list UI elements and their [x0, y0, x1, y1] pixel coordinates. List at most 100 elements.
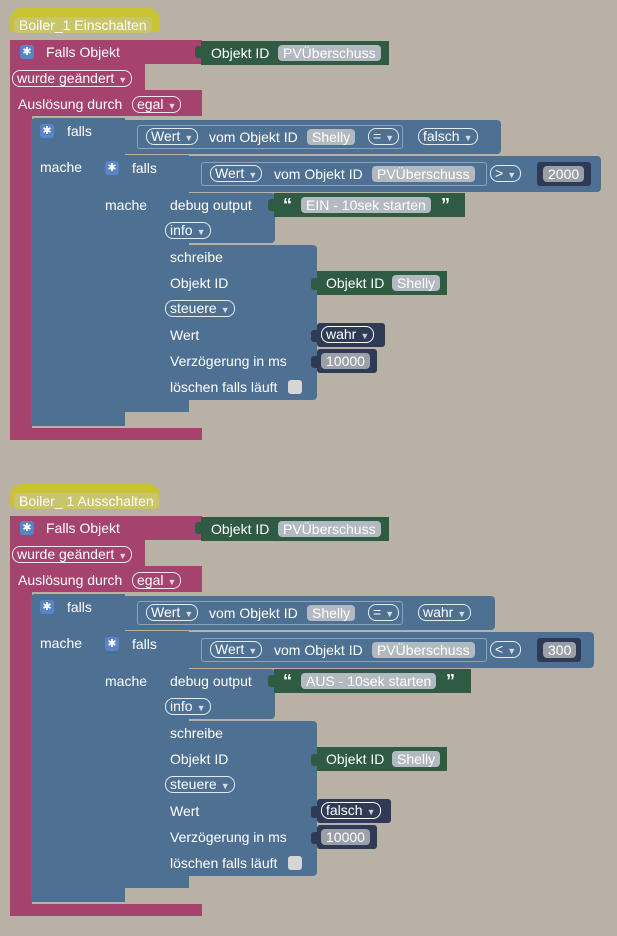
- object-id-label: Objekt ID: [211, 521, 270, 537]
- checkbox-icon[interactable]: [288, 856, 302, 870]
- inner-if-mache-label: mache: [105, 673, 148, 689]
- boolean-dropdown[interactable]: wahr ▼: [418, 604, 472, 621]
- boolean-value: wahr: [326, 326, 357, 342]
- outer-if-mache-label: mache: [40, 635, 83, 651]
- object-id-label: Objekt ID: [326, 275, 385, 291]
- write-object-value[interactable]: Shelly: [392, 751, 441, 767]
- threshold-value[interactable]: 2000: [543, 166, 585, 182]
- boolean-dropdown[interactable]: falsch ▼: [418, 128, 478, 145]
- log-level-dropdown[interactable]: info ▼: [165, 698, 211, 715]
- value-type-value: Wert: [151, 128, 181, 144]
- dropdown-arrow-icon: ▼: [118, 75, 128, 85]
- boolean-value-dropdown[interactable]: wahr ▼: [321, 326, 375, 343]
- change-option-dropdown[interactable]: wurde geändert ▼: [12, 546, 133, 563]
- log-level-value: info: [170, 222, 193, 238]
- write-object-label: Objekt ID: [170, 275, 229, 291]
- quote-icon: “: [283, 195, 292, 215]
- dropdown-arrow-icon: ▼: [360, 331, 370, 341]
- event-block-spine: [10, 592, 32, 906]
- script-block-group-2: Boiler_ 1 Ausschalten ✱ Falls Objekt Obj…: [0, 476, 617, 936]
- delay-value[interactable]: 10000: [321, 829, 370, 845]
- log-level-dropdown[interactable]: info ▼: [165, 222, 211, 239]
- trigger-by-label: Auslösung durch: [18, 96, 123, 112]
- write-mode-dropdown[interactable]: steuere ▼: [165, 776, 235, 793]
- script-block-group-1: Boiler_1 Einschalten ✱ Falls Objekt Obje…: [0, 0, 617, 460]
- trigger-by-label: Auslösung durch: [18, 572, 123, 588]
- boolean-value: falsch: [326, 802, 363, 818]
- change-option-value: wurde geändert: [17, 70, 115, 86]
- outer-if-falls-label: falls: [67, 599, 92, 615]
- write-label: schreibe: [170, 249, 223, 265]
- delay-value[interactable]: 10000: [321, 353, 370, 369]
- gear-icon[interactable]: ✱: [40, 124, 54, 138]
- operator-dropdown[interactable]: < ▼: [490, 641, 522, 658]
- gear-icon[interactable]: ✱: [20, 45, 34, 59]
- dropdown-arrow-icon: ▼: [167, 101, 177, 111]
- operator-value: <: [495, 641, 504, 657]
- write-block[interactable]: [160, 721, 317, 876]
- write-object-value[interactable]: Shelly: [392, 275, 441, 291]
- event-block-spine: [10, 116, 32, 430]
- debug-message-value[interactable]: AUS - 10sek starten: [301, 673, 437, 689]
- script-name-label[interactable]: Boiler_1 Einschalten: [14, 17, 152, 33]
- object-id-value[interactable]: PVÜberschuss: [372, 642, 475, 658]
- trigger-by-value: egal: [137, 96, 164, 112]
- trigger-by-dropdown[interactable]: egal ▼: [132, 572, 182, 589]
- operator-dropdown[interactable]: = ▼: [368, 604, 400, 621]
- dropdown-arrow-icon: ▼: [220, 305, 230, 315]
- gear-icon[interactable]: ✱: [40, 600, 54, 614]
- gear-icon[interactable]: ✱: [105, 637, 119, 651]
- operator-value: >: [495, 165, 504, 181]
- write-value-label: Wert: [170, 803, 200, 819]
- operator-value: =: [373, 604, 382, 620]
- dropdown-arrow-icon: ▼: [184, 133, 194, 143]
- event-block-bottom: [10, 428, 202, 440]
- trigger-by-dropdown[interactable]: egal ▼: [132, 96, 182, 113]
- dropdown-arrow-icon: ▼: [507, 646, 517, 656]
- change-option-value: wurde geändert: [17, 546, 115, 562]
- value-type-dropdown[interactable]: Wert ▼: [146, 604, 199, 621]
- log-level-value: info: [170, 698, 193, 714]
- outer-if-mache-label: mache: [40, 159, 83, 175]
- from-object-label: vom Objekt ID: [274, 642, 363, 658]
- script-name-label[interactable]: Boiler_ 1 Ausschalten: [14, 493, 159, 509]
- from-object-label: vom Objekt ID: [209, 605, 298, 621]
- value-type-value: Wert: [215, 641, 245, 657]
- value-type-dropdown[interactable]: Wert ▼: [210, 641, 263, 658]
- delay-label: Verzögerung in ms: [170, 829, 287, 845]
- trigger-object-id[interactable]: PVÜberschuss: [278, 521, 381, 537]
- write-mode-value: steuere: [170, 776, 217, 792]
- outer-if-falls-label: falls: [67, 123, 92, 139]
- write-value-label: Wert: [170, 327, 200, 343]
- boolean-value: falsch: [423, 128, 460, 144]
- gear-icon[interactable]: ✱: [105, 161, 119, 175]
- write-label: schreibe: [170, 725, 223, 741]
- dropdown-arrow-icon: ▼: [248, 170, 258, 180]
- trigger-object-id[interactable]: PVÜberschuss: [278, 45, 381, 61]
- operator-dropdown[interactable]: > ▼: [490, 165, 522, 182]
- debug-message-value[interactable]: EIN - 10sek starten: [301, 197, 431, 213]
- checkbox-icon[interactable]: [288, 380, 302, 394]
- dropdown-arrow-icon: ▼: [366, 807, 376, 817]
- object-id-value[interactable]: PVÜberschuss: [372, 166, 475, 182]
- object-id-label: Objekt ID: [211, 45, 270, 61]
- write-block[interactable]: [160, 245, 317, 400]
- dropdown-arrow-icon: ▼: [196, 703, 206, 713]
- value-type-dropdown[interactable]: Wert ▼: [210, 165, 263, 182]
- gear-icon[interactable]: ✱: [20, 521, 34, 535]
- operator-dropdown[interactable]: = ▼: [368, 128, 400, 145]
- event-block-bottom: [10, 904, 202, 916]
- write-mode-dropdown[interactable]: steuere ▼: [165, 300, 235, 317]
- object-id-value[interactable]: Shelly: [307, 129, 356, 145]
- inner-if-falls-label: falls: [132, 160, 157, 176]
- object-id-value[interactable]: Shelly: [307, 605, 356, 621]
- change-option-dropdown[interactable]: wurde geändert ▼: [12, 70, 133, 87]
- dropdown-arrow-icon: ▼: [220, 781, 230, 791]
- boolean-value-dropdown[interactable]: falsch ▼: [321, 802, 381, 819]
- value-type-dropdown[interactable]: Wert ▼: [146, 128, 199, 145]
- inner-if-falls-label: falls: [132, 636, 157, 652]
- dropdown-arrow-icon: ▼: [385, 133, 395, 143]
- dropdown-arrow-icon: ▼: [196, 227, 206, 237]
- dropdown-arrow-icon: ▼: [118, 551, 128, 561]
- threshold-value[interactable]: 300: [543, 642, 577, 658]
